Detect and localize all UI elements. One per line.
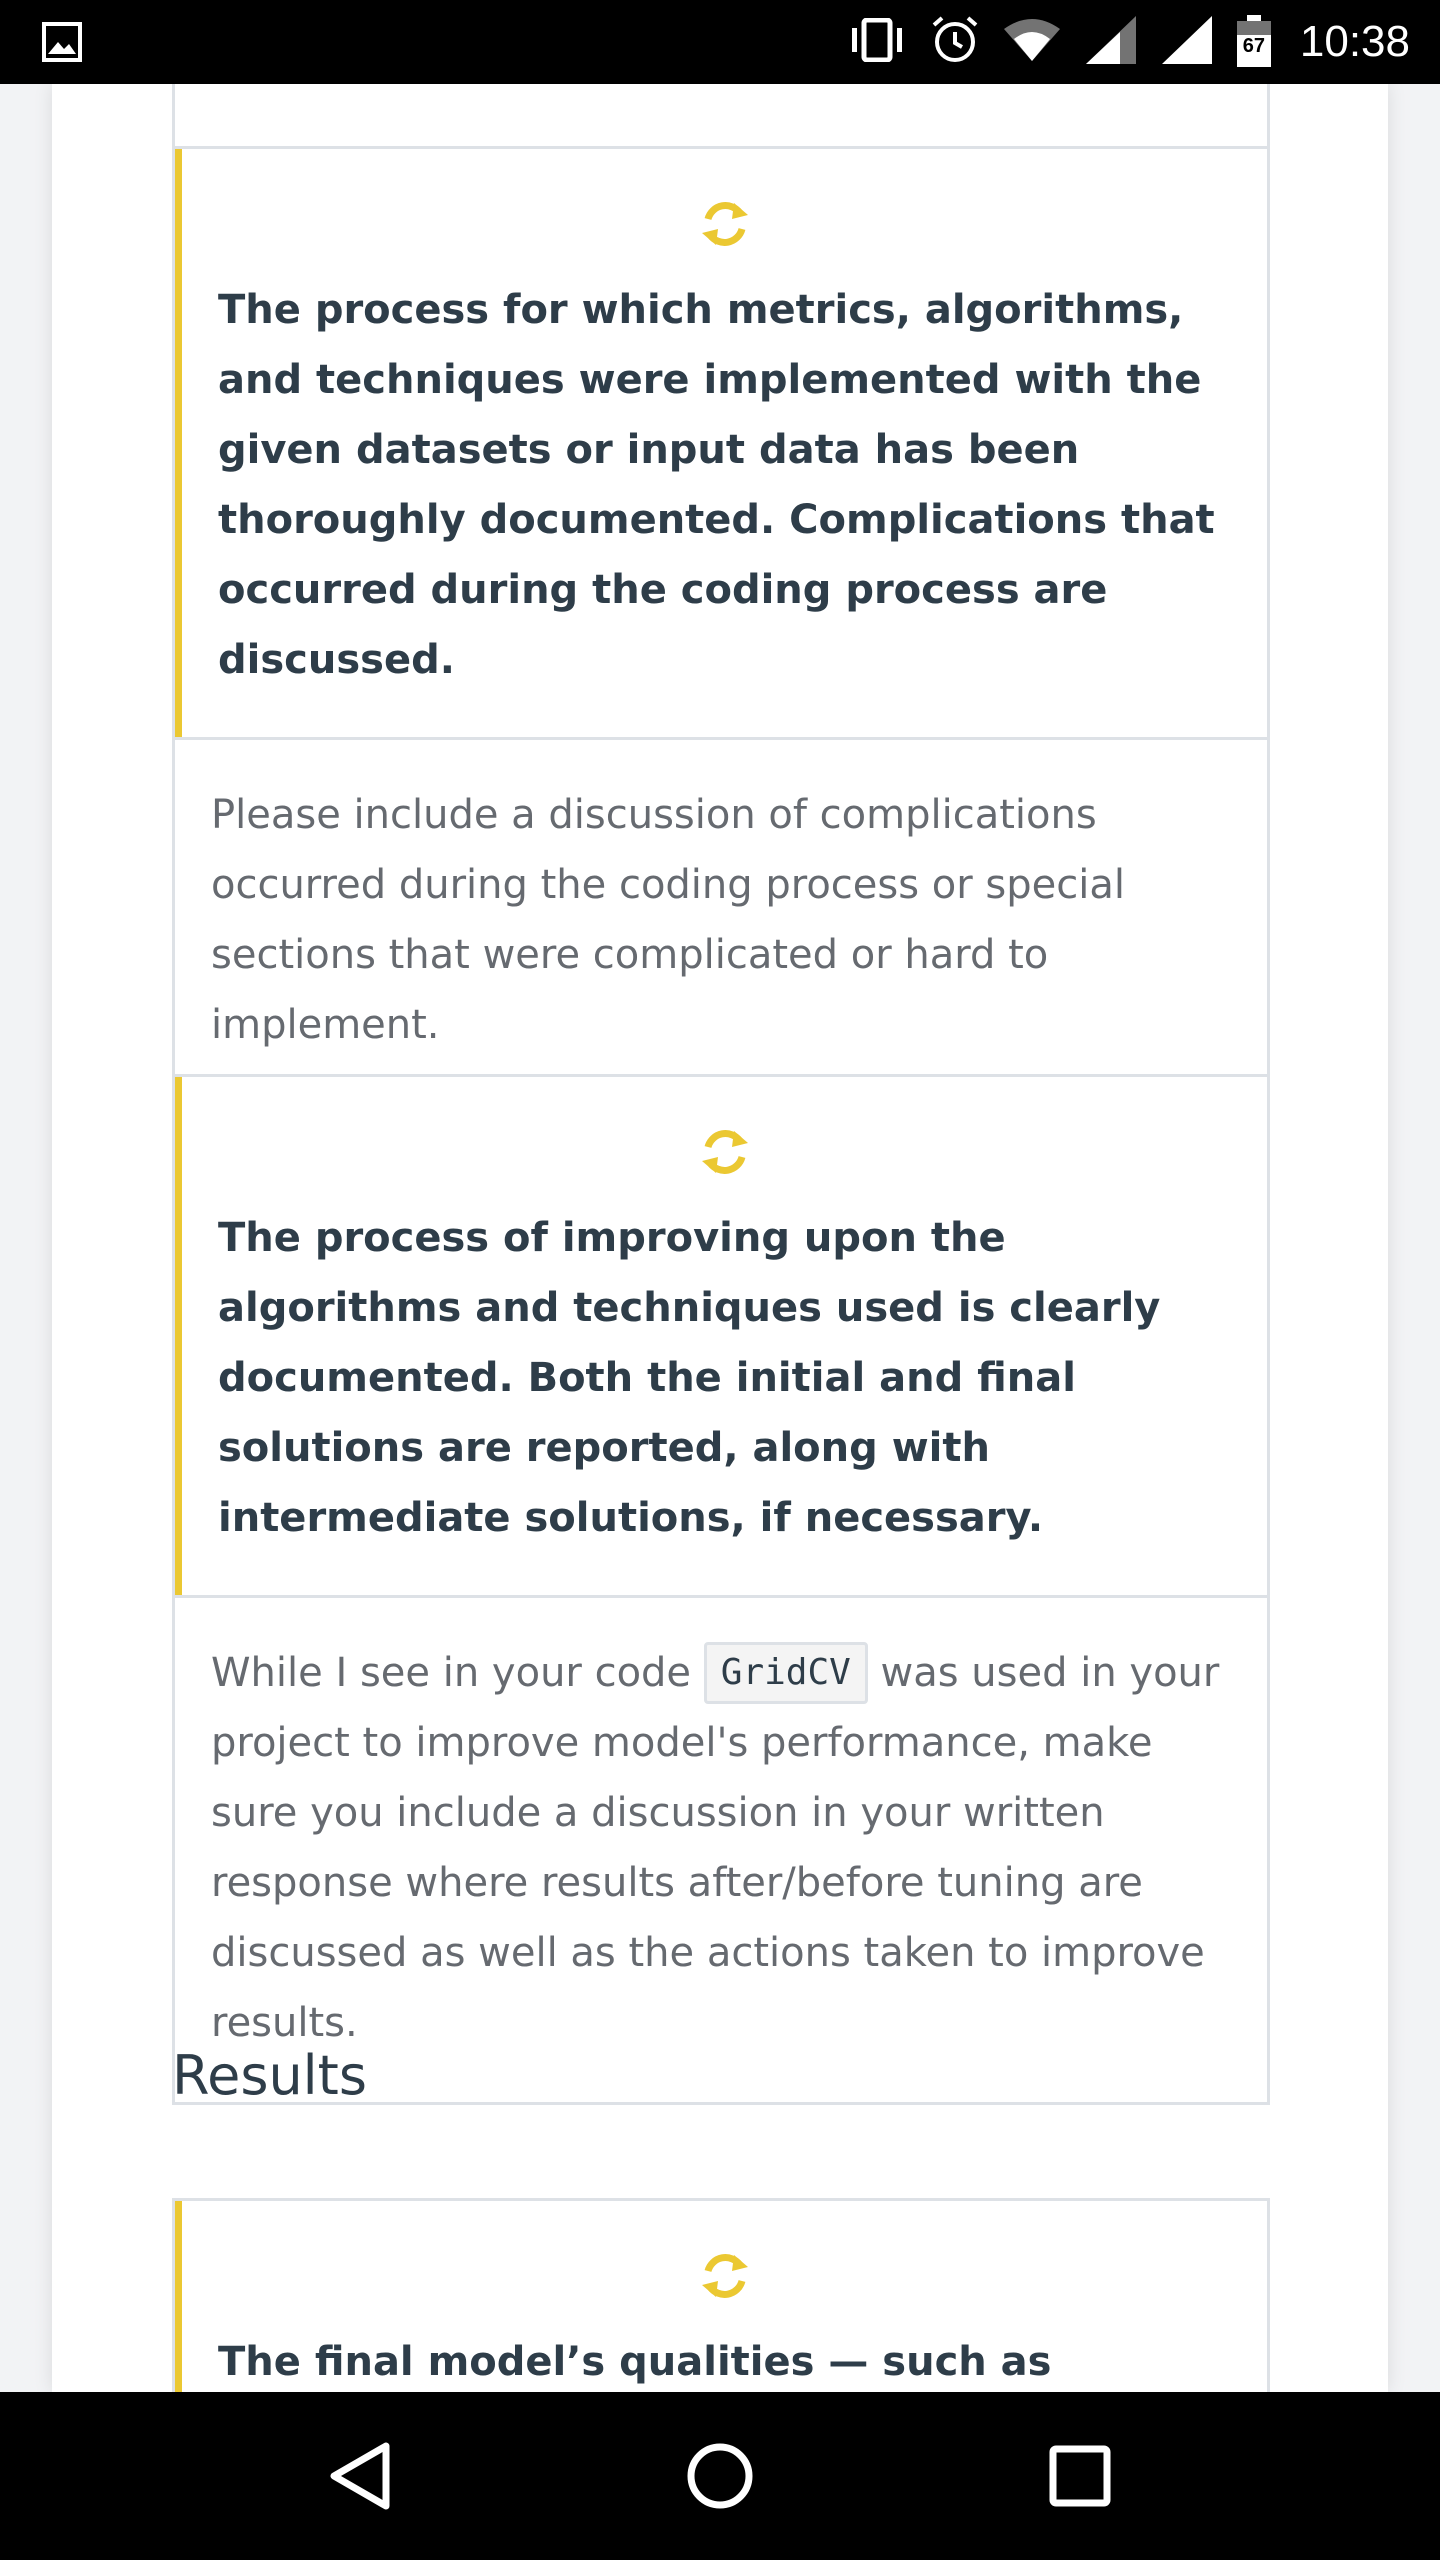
section-heading-results: Results bbox=[172, 2044, 367, 2107]
recents-button[interactable] bbox=[1030, 2426, 1130, 2526]
comment-text: was used in your project to improve mode… bbox=[211, 1650, 1220, 2046]
reviewer-comment: Please include a discussion of complicat… bbox=[175, 737, 1267, 1104]
reviewer-comment: While I see in your code GridCV was used… bbox=[175, 1595, 1267, 2102]
refresh-icon bbox=[701, 2254, 748, 2298]
rubric-item: The process of improving upon the algori… bbox=[172, 1074, 1270, 2105]
signal-icon bbox=[1160, 14, 1214, 70]
image-notification-icon bbox=[42, 22, 82, 66]
comment-text: While I see in your code bbox=[211, 1650, 704, 1696]
rubric-item: The process for which metrics, algorithm… bbox=[172, 146, 1270, 1107]
refresh-icon bbox=[701, 1130, 748, 1174]
recents-icon bbox=[1049, 2445, 1111, 2507]
home-button[interactable] bbox=[670, 2426, 770, 2526]
wifi-icon bbox=[1002, 17, 1062, 67]
criteria-text: The final model’s qualities — such as pa… bbox=[218, 2339, 1052, 2385]
rubric-item: The final model’s qualities — such as pa… bbox=[172, 2198, 1270, 2392]
navigation-bar bbox=[0, 2392, 1440, 2560]
criteria-text: The process for which metrics, algorithm… bbox=[218, 287, 1215, 683]
status-clock: 10:38 bbox=[1299, 17, 1410, 66]
battery-level: 67 bbox=[1242, 35, 1266, 57]
vibrate-icon bbox=[846, 17, 908, 66]
refresh-icon bbox=[701, 202, 748, 246]
inline-code: GridCV bbox=[703, 1642, 868, 1704]
alarm-icon bbox=[930, 15, 980, 69]
rubric-criteria: The final model’s qualities — such as pa… bbox=[175, 2201, 1267, 2392]
signal-icon bbox=[1084, 14, 1138, 70]
home-icon bbox=[687, 2443, 753, 2509]
rubric-criteria: The process of improving upon the algori… bbox=[175, 1077, 1267, 1595]
back-icon bbox=[330, 2442, 390, 2510]
battery-icon: 67 bbox=[1236, 15, 1272, 69]
back-button[interactable] bbox=[310, 2426, 410, 2526]
status-bar: 67 10:38 bbox=[0, 0, 1440, 84]
criteria-text: The process of improving upon the algori… bbox=[218, 1215, 1161, 1541]
review-page: The process for which metrics, algorithm… bbox=[52, 84, 1388, 2392]
rubric-criteria: The process for which metrics, algorithm… bbox=[175, 149, 1267, 737]
